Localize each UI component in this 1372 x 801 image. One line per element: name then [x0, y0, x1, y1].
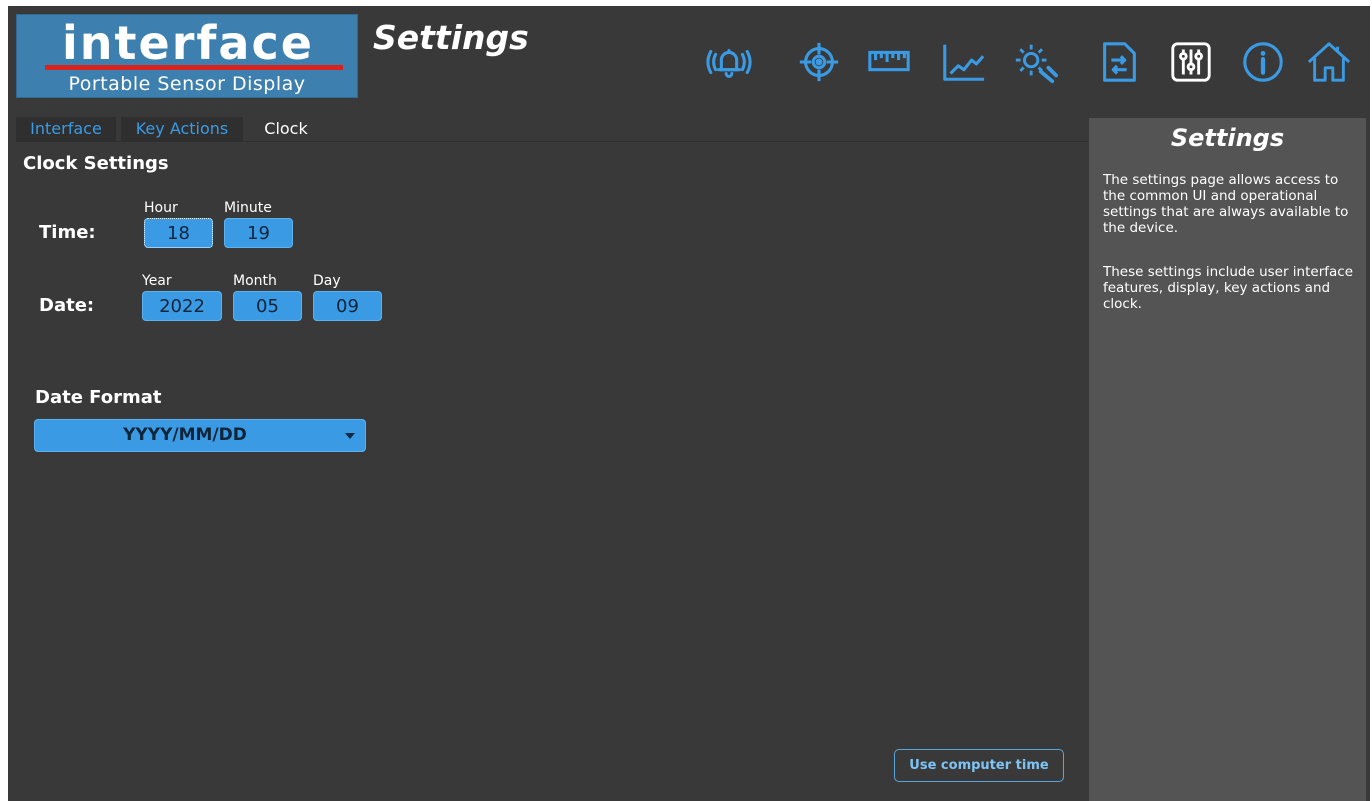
logo-red-bar [45, 65, 343, 70]
year-input[interactable]: 2022 [142, 291, 222, 321]
page-title: Settings [373, 18, 529, 57]
alarm-icon[interactable] [705, 36, 753, 88]
date-format-select[interactable]: YYYY/MM/DD [34, 419, 366, 452]
help-paragraph-2: These settings include user interface fe… [1103, 264, 1354, 312]
ruler-icon[interactable] [865, 36, 913, 88]
gear-wrench-icon[interactable] [1011, 36, 1059, 88]
chevron-down-icon [345, 433, 355, 439]
tab-interface[interactable]: Interface [16, 117, 116, 141]
chart-icon[interactable] [939, 36, 987, 88]
date-format-value: YYYY/MM/DD [123, 425, 247, 445]
logo-wordmark: interface [62, 16, 314, 70]
use-computer-time-button[interactable]: Use computer time [894, 749, 1064, 782]
app-window: interface Portable Sensor Display Settin… [8, 6, 1370, 801]
info-icon[interactable] [1239, 36, 1287, 88]
clock-settings-heading: Clock Settings [23, 153, 169, 174]
day-label: Day [313, 273, 341, 289]
home-icon[interactable] [1305, 36, 1353, 88]
tab-divider [16, 141, 1088, 142]
hour-input[interactable]: 18 [144, 218, 213, 248]
time-label: Time: [39, 222, 96, 243]
month-label: Month [233, 273, 277, 289]
target-icon[interactable] [795, 36, 843, 88]
tab-clock[interactable]: Clock [248, 117, 324, 141]
minute-input[interactable]: 19 [224, 218, 293, 248]
hour-label: Hour [144, 200, 178, 216]
help-panel: Settings The settings page allows access… [1089, 118, 1366, 801]
date-format-label: Date Format [35, 387, 162, 408]
day-input[interactable]: 09 [313, 291, 382, 321]
month-input[interactable]: 05 [233, 291, 302, 321]
year-label: Year [142, 273, 172, 289]
interface-logo: interface Portable Sensor Display [16, 14, 358, 98]
help-paragraph-1: The settings page allows access to the c… [1103, 172, 1349, 236]
tab-key-actions[interactable]: Key Actions [121, 117, 243, 141]
help-title: Settings [1170, 124, 1285, 152]
sliders-icon[interactable] [1167, 36, 1215, 88]
minute-label: Minute [224, 200, 272, 216]
logo-subtitle: Portable Sensor Display [68, 73, 306, 95]
file-transfer-icon[interactable] [1095, 36, 1143, 88]
date-label: Date: [39, 295, 95, 316]
